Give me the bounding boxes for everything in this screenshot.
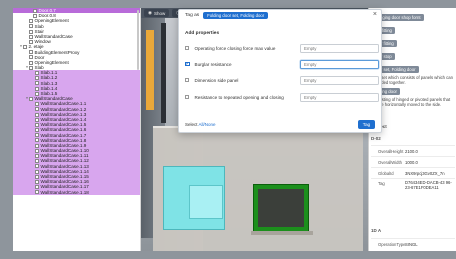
select-label: Select xyxy=(185,122,198,127)
property-option-label: Dimension side panel xyxy=(194,77,239,83)
visibility-checkbox[interactable] xyxy=(35,107,39,112)
add-properties-heading: Add properties xyxy=(185,31,220,36)
property-checkbox[interactable] xyxy=(185,94,190,100)
visibility-checkbox[interactable] xyxy=(35,174,39,179)
tag-button[interactable]: Tag xyxy=(358,120,375,129)
visibility-checkbox[interactable] xyxy=(35,91,39,96)
window-sill xyxy=(251,231,313,235)
visibility-checkbox[interactable] xyxy=(29,34,33,39)
tag-dialog: Tag as Folding door set, Folding door × … xyxy=(178,9,382,133)
visibility-checkbox[interactable] xyxy=(29,60,33,65)
visibility-checkbox[interactable] xyxy=(33,13,37,18)
visibility-checkbox[interactable] xyxy=(35,112,39,117)
visibility-checkbox[interactable] xyxy=(35,71,39,76)
visibility-checkbox[interactable] xyxy=(35,76,39,81)
visibility-checkbox[interactable] xyxy=(35,185,39,190)
visibility-checkbox[interactable] xyxy=(35,86,39,91)
property-row: OperationType SINGL xyxy=(371,238,455,249)
visibility-checkbox[interactable] xyxy=(29,24,33,29)
show-button[interactable]: ◉ Show xyxy=(144,9,170,17)
tree-item[interactable]: WallStandardCase.1.18 xyxy=(13,189,140,195)
visibility-checkbox[interactable] xyxy=(35,102,39,107)
visibility-checkbox[interactable] xyxy=(29,29,33,34)
property-value: 1000.0 xyxy=(405,159,418,165)
property-key: OperationType xyxy=(378,241,406,247)
property-option-row: Operating force closing force max value xyxy=(185,41,379,55)
visibility-checkbox[interactable] xyxy=(29,39,33,44)
property-row: OverallHeight 2100.0 xyxy=(371,145,455,156)
classification-description: Consisting of hinged or pivoted panels t… xyxy=(371,97,451,107)
classification-description: Door set which consists of panels which … xyxy=(371,75,453,85)
property-value-input[interactable] xyxy=(300,59,379,69)
property-value-input[interactable] xyxy=(300,43,379,53)
property-checkbox[interactable] xyxy=(185,77,190,83)
dialog-header: Tag as Folding door set, Folding door xyxy=(179,10,381,20)
visibility-checkbox[interactable] xyxy=(33,8,37,13)
show-button-label: Show xyxy=(153,10,166,16)
dialog-title: Tag as xyxy=(185,12,200,18)
visibility-checkbox[interactable] xyxy=(35,122,39,127)
property-checkbox[interactable] xyxy=(185,45,190,51)
tree-item-label: WallStandardCase.1.18 xyxy=(40,189,89,195)
property-value: SINGL xyxy=(405,241,418,247)
window-pane xyxy=(189,185,223,219)
property-option-row: ✔ Burglar resistance xyxy=(185,57,379,71)
property-key: OverallWidth xyxy=(378,159,402,165)
visibility-checkbox[interactable] xyxy=(35,133,39,138)
property-value: 2100.0 xyxy=(405,148,418,154)
visibility-checkbox[interactable] xyxy=(35,169,39,174)
element-id-header: D-02 xyxy=(371,136,381,141)
orange-frame-element[interactable] xyxy=(146,30,154,110)
all-none-link[interactable]: All/None xyxy=(199,122,216,127)
property-row: Tag D76434ED-DACB-43 96-23-67E1F0DEA11 xyxy=(371,178,455,193)
close-icon[interactable]: × xyxy=(373,11,377,19)
section-header: 1D A xyxy=(371,228,382,233)
visibility-checkbox[interactable] xyxy=(35,148,39,153)
visibility-checkbox[interactable] xyxy=(23,45,27,50)
property-option-label: Resistance to repeated opening and closi… xyxy=(194,94,284,100)
visibility-checkbox[interactable] xyxy=(35,154,39,159)
property-value: 3NX9rpcj3Gv0ZX_7n xyxy=(405,170,445,176)
visibility-checkbox[interactable] xyxy=(35,179,39,184)
visibility-checkbox[interactable] xyxy=(35,138,39,143)
window-glass xyxy=(258,189,304,227)
property-row: OverallWidth 1000.0 xyxy=(371,156,455,167)
eye-icon: ◉ xyxy=(148,10,152,15)
property-option-row: Resistance to repeated opening and closi… xyxy=(185,90,379,104)
property-option-label: Burglar resistance xyxy=(194,61,232,67)
visibility-checkbox[interactable] xyxy=(35,81,39,86)
property-key: GlobalId xyxy=(378,170,394,176)
select-all-none: Select All/None xyxy=(185,122,216,127)
property-option-label: Operating force closing force max value xyxy=(194,45,276,51)
property-value-input[interactable] xyxy=(300,75,379,85)
visibility-checkbox[interactable] xyxy=(35,128,39,133)
highlighted-window[interactable] xyxy=(163,166,225,230)
visibility-checkbox[interactable] xyxy=(35,159,39,164)
visibility-checkbox[interactable] xyxy=(35,117,39,122)
property-option-row: Dimension side panel xyxy=(185,73,379,87)
visibility-checkbox[interactable] xyxy=(35,164,39,169)
selected-window-green[interactable] xyxy=(251,184,313,235)
visibility-checkbox[interactable] xyxy=(35,190,39,195)
visibility-checkbox[interactable] xyxy=(29,55,33,60)
dark-pillar-element[interactable] xyxy=(161,23,166,123)
selected-classification-pill: Folding door set, Folding door xyxy=(203,11,269,19)
visibility-checkbox[interactable] xyxy=(29,65,33,70)
visibility-checkbox[interactable] xyxy=(29,19,33,24)
property-value-input[interactable] xyxy=(300,92,379,102)
property-key: OverallHeight xyxy=(378,148,404,154)
visibility-checkbox[interactable] xyxy=(35,143,39,148)
property-row: GlobalId 3NX9rpcj3Gv0ZX_7n xyxy=(371,167,455,178)
visibility-checkbox[interactable] xyxy=(29,50,33,55)
property-checkbox-checked[interactable]: ✔ xyxy=(185,62,190,67)
model-tree-panel: Door.0.7 Door.0.8 OpeningElement Slab Stair W… xyxy=(13,8,141,251)
visibility-checkbox[interactable] xyxy=(29,96,33,101)
property-value: D76434ED-DACB-43 96-23-67E1F0DEA11 xyxy=(405,181,452,190)
tree-scrollbar[interactable] xyxy=(137,10,139,70)
property-key: Tag xyxy=(378,181,385,186)
